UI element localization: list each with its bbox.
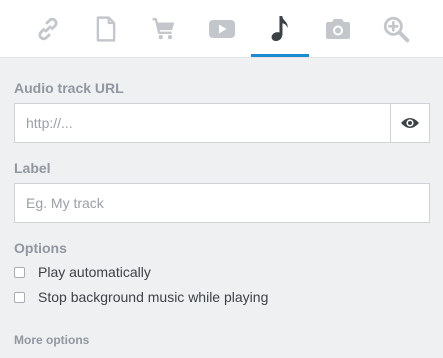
play-automatically-label: Play automatically bbox=[38, 264, 151, 280]
document-icon bbox=[96, 16, 116, 42]
tab-document[interactable] bbox=[77, 0, 135, 58]
tab-video[interactable] bbox=[193, 0, 251, 58]
play-automatically-checkbox[interactable] bbox=[14, 266, 25, 278]
tab-shop[interactable] bbox=[135, 0, 193, 58]
stop-background-music-checkbox[interactable] bbox=[14, 291, 25, 303]
options-heading: Options bbox=[14, 240, 67, 256]
preview-button[interactable] bbox=[390, 103, 430, 143]
tab-zoom[interactable] bbox=[367, 0, 425, 58]
more-options-link[interactable]: More options bbox=[14, 333, 89, 347]
play-automatically-option[interactable]: Play automatically bbox=[14, 264, 151, 280]
track-label-label: Label bbox=[14, 160, 51, 176]
track-label-field bbox=[14, 183, 430, 223]
zoom-in-icon bbox=[383, 16, 410, 43]
audio-url-label: Audio track URL bbox=[14, 80, 124, 96]
tab-audio[interactable] bbox=[251, 0, 309, 58]
stop-background-music-option[interactable]: Stop background music while playing bbox=[14, 289, 268, 305]
audio-url-input[interactable] bbox=[15, 104, 390, 142]
audio-url-field bbox=[14, 103, 391, 143]
track-label-input[interactable] bbox=[15, 184, 429, 222]
music-note-icon bbox=[271, 16, 288, 41]
video-icon bbox=[209, 20, 235, 38]
camera-icon bbox=[326, 19, 350, 39]
cart-icon bbox=[152, 18, 175, 40]
media-type-tabbar bbox=[0, 0, 443, 58]
tab-link[interactable] bbox=[19, 0, 77, 58]
link-icon bbox=[38, 17, 58, 41]
tab-photo[interactable] bbox=[309, 0, 367, 58]
eye-icon bbox=[401, 118, 419, 128]
stop-background-music-label: Stop background music while playing bbox=[38, 289, 269, 305]
